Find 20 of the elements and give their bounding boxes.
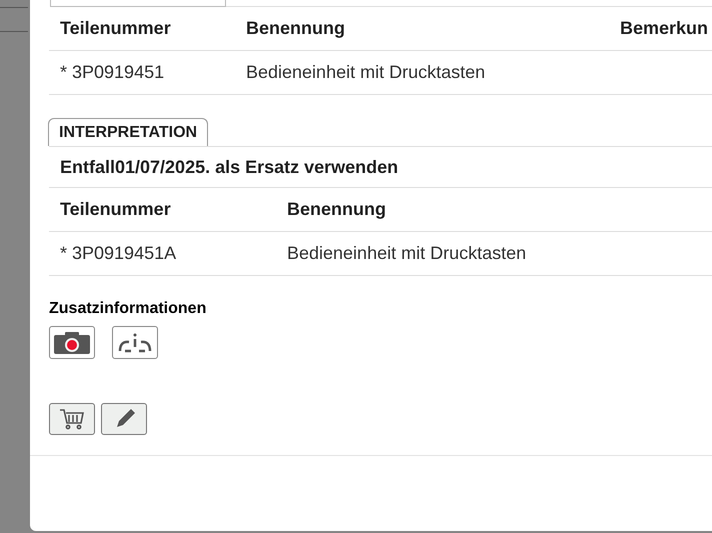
column-header: Benennung <box>246 18 345 38</box>
camera-button[interactable] <box>49 326 95 359</box>
pencil-icon <box>117 409 135 427</box>
pencil-button[interactable] <box>101 403 147 435</box>
background-panel <box>0 7 28 32</box>
column-header: Bemerkun <box>620 18 708 38</box>
column-header: Benennung <box>287 199 386 219</box>
cart-button[interactable] <box>49 403 95 435</box>
table-cell: Bedieneinheit mit Drucktasten <box>246 62 486 82</box>
info-button[interactable] <box>112 326 158 359</box>
camera-icon <box>54 332 90 354</box>
table-cell: Bedieneinheit mit Drucktasten <box>287 243 526 263</box>
section-title: Zusatzinformationen <box>49 300 208 318</box>
info-icon <box>118 333 152 352</box>
column-header: Teilenummer <box>60 199 171 219</box>
cart-icon <box>60 409 84 430</box>
interpretation-note: Entfall01/07/2025. als Ersatz verwenden <box>60 156 398 178</box>
table-cell: * 3P0919451 <box>60 62 164 82</box>
table-cell: * 3P0919451A <box>60 243 176 263</box>
column-header: Teilenummer <box>60 18 171 38</box>
